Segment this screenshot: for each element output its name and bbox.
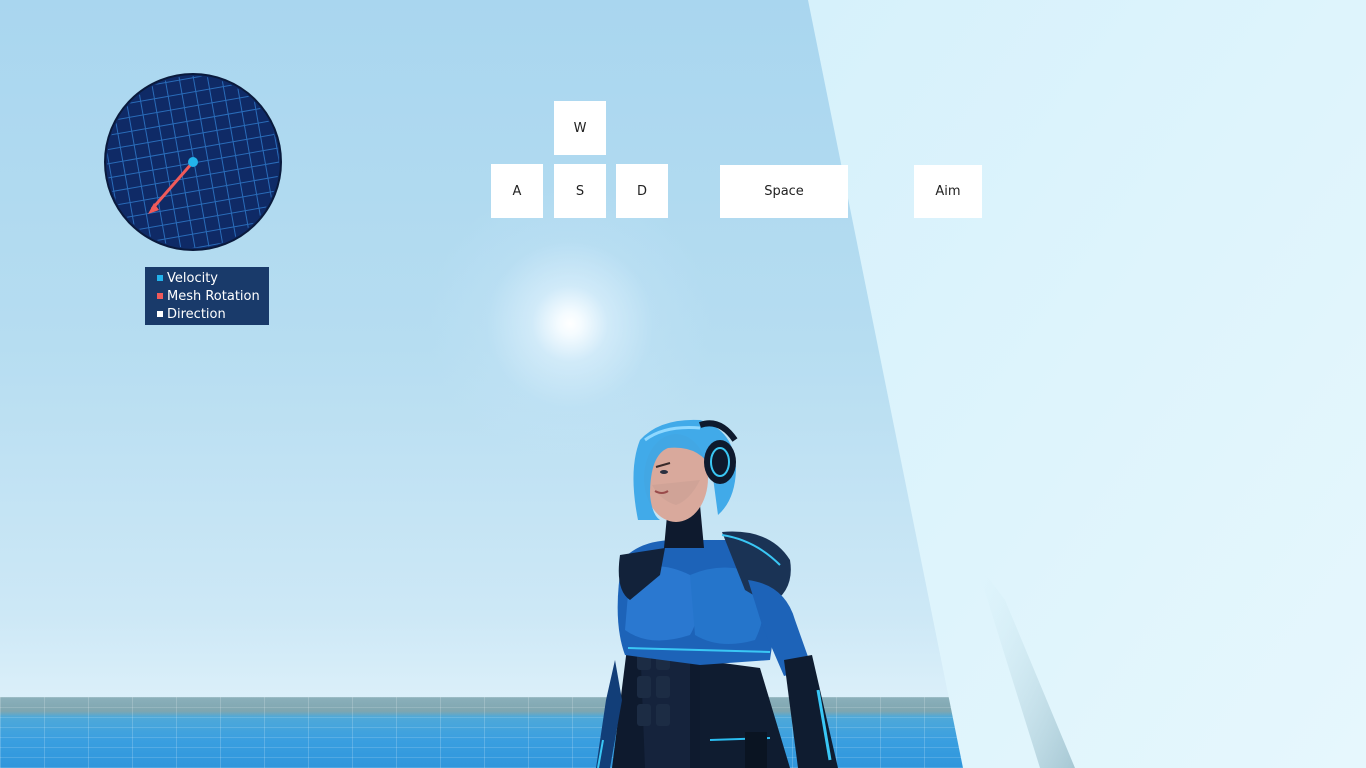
velocity-marker bbox=[188, 157, 198, 167]
velocity-swatch bbox=[157, 275, 163, 281]
key-w-indicator: W bbox=[554, 101, 606, 155]
legend-label: Mesh Rotation bbox=[167, 288, 260, 304]
aim-indicator: Aim bbox=[914, 165, 982, 218]
key-space-indicator: Space bbox=[720, 165, 848, 218]
key-s-indicator: S bbox=[554, 164, 606, 218]
legend-item-direction: Direction bbox=[157, 305, 269, 323]
key-d-indicator: D bbox=[616, 164, 668, 218]
key-a-indicator: A bbox=[491, 164, 543, 218]
compass-legend: Velocity Mesh Rotation Direction bbox=[145, 267, 269, 325]
game-viewport: Velocity Mesh Rotation Direction W A S D… bbox=[0, 0, 1366, 768]
direction-swatch bbox=[157, 311, 163, 317]
mesh-rotation-swatch bbox=[157, 293, 163, 299]
legend-label: Velocity bbox=[167, 270, 218, 286]
legend-label: Direction bbox=[167, 306, 226, 322]
legend-item-mesh-rotation: Mesh Rotation bbox=[157, 287, 269, 305]
direction-compass bbox=[104, 73, 282, 251]
legend-item-velocity: Velocity bbox=[157, 269, 269, 287]
